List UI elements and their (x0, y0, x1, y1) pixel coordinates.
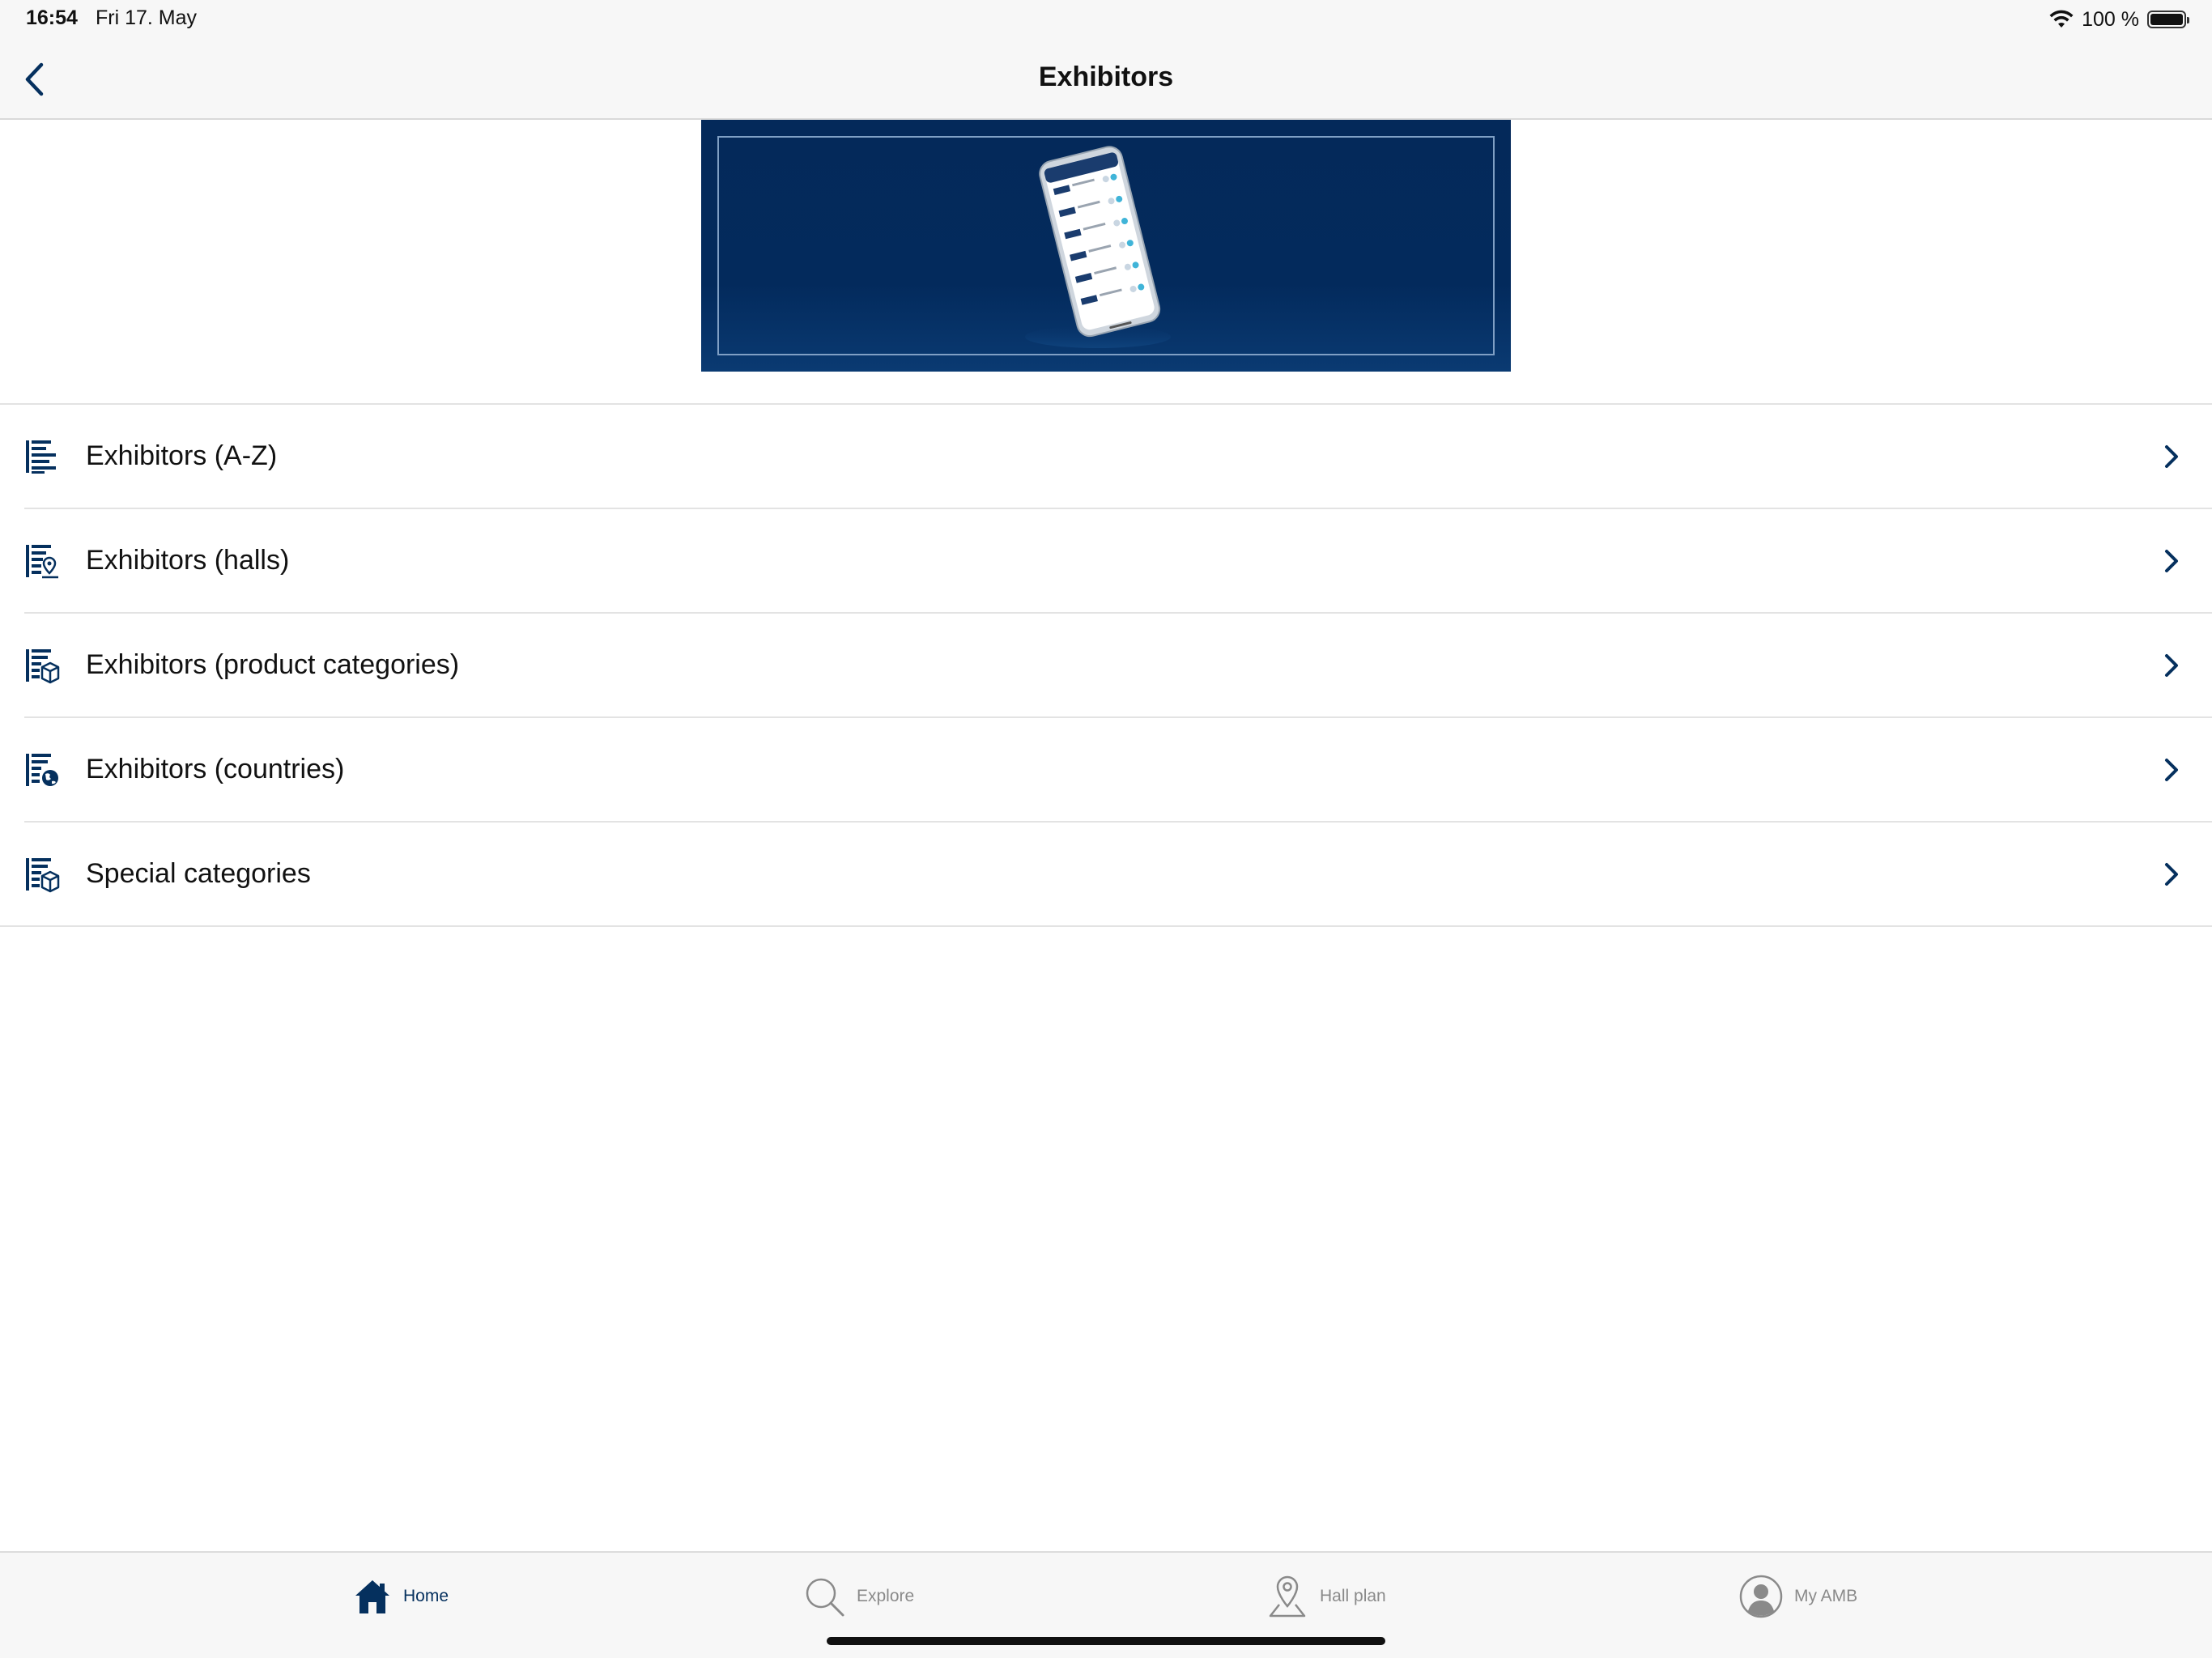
exhibitors-menu-list: Exhibitors (A-Z) Exhibitors (halls) Exhi… (0, 405, 2212, 927)
menu-item-label: Exhibitors (product categories) (86, 649, 460, 680)
menu-item-label: Exhibitors (halls) (86, 545, 290, 576)
battery-percentage: 100 % (2082, 7, 2139, 31)
list-icon (26, 440, 56, 474)
menu-item-exhibitors-halls[interactable]: Exhibitors (halls) (0, 509, 2212, 614)
chevron-right-icon (2165, 759, 2178, 781)
status-indicators: 100 % (2049, 5, 2189, 34)
tab-hall-plan[interactable]: Hall plan (1266, 1571, 1386, 1622)
menu-item-special-categories[interactable]: Special categories (0, 823, 2212, 927)
menu-item-exhibitors-product-categories[interactable]: Exhibitors (product categories) (0, 614, 2212, 718)
chevron-right-icon (2165, 863, 2178, 886)
tab-explore[interactable]: Explore (803, 1571, 914, 1622)
tab-label: Explore (857, 1587, 915, 1605)
tab-label: My AMB (1794, 1587, 1858, 1605)
tab-bar: Home Explore Hall plan My AMB (0, 1551, 2212, 1658)
banner-area (0, 120, 2212, 405)
search-icon (806, 1578, 844, 1617)
tab-my-amb[interactable]: My AMB (1739, 1571, 1857, 1622)
list-globe-icon (26, 754, 58, 786)
list-location-icon (26, 545, 58, 579)
status-date: Fri 17. May (96, 6, 198, 29)
home-indicator[interactable] (827, 1637, 1385, 1645)
battery-icon (2147, 11, 2189, 28)
tab-home[interactable]: Home (353, 1571, 449, 1622)
menu-item-label: Special categories (86, 858, 311, 889)
wifi-icon (2049, 10, 2074, 28)
chevron-right-icon (2165, 445, 2178, 468)
home-icon (355, 1580, 389, 1613)
map-pin-icon (1269, 1575, 1306, 1618)
banner-image[interactable] (701, 120, 1511, 372)
tab-label: Hall plan (1320, 1587, 1386, 1605)
phone-mockup-image (1025, 146, 1171, 348)
navigation-bar: Exhibitors (0, 39, 2212, 120)
list-box-icon (26, 858, 60, 893)
page-title: Exhibitors (1038, 62, 1174, 92)
menu-item-label: Exhibitors (A-Z) (86, 440, 278, 471)
tab-label: Home (403, 1587, 449, 1605)
chevron-right-icon (2165, 550, 2178, 572)
chevron-right-icon (2165, 654, 2178, 677)
menu-item-exhibitors-countries[interactable]: Exhibitors (countries) (0, 718, 2212, 823)
status-bar: 16:54 Fri 17. May 100 % (0, 0, 2212, 39)
divider (0, 925, 2212, 927)
menu-item-exhibitors-a-z[interactable]: Exhibitors (A-Z) (0, 405, 2212, 509)
user-icon (1739, 1575, 1783, 1618)
list-box-icon (26, 649, 60, 684)
status-time: 16:54 (26, 6, 78, 29)
menu-item-label: Exhibitors (countries) (86, 754, 345, 784)
